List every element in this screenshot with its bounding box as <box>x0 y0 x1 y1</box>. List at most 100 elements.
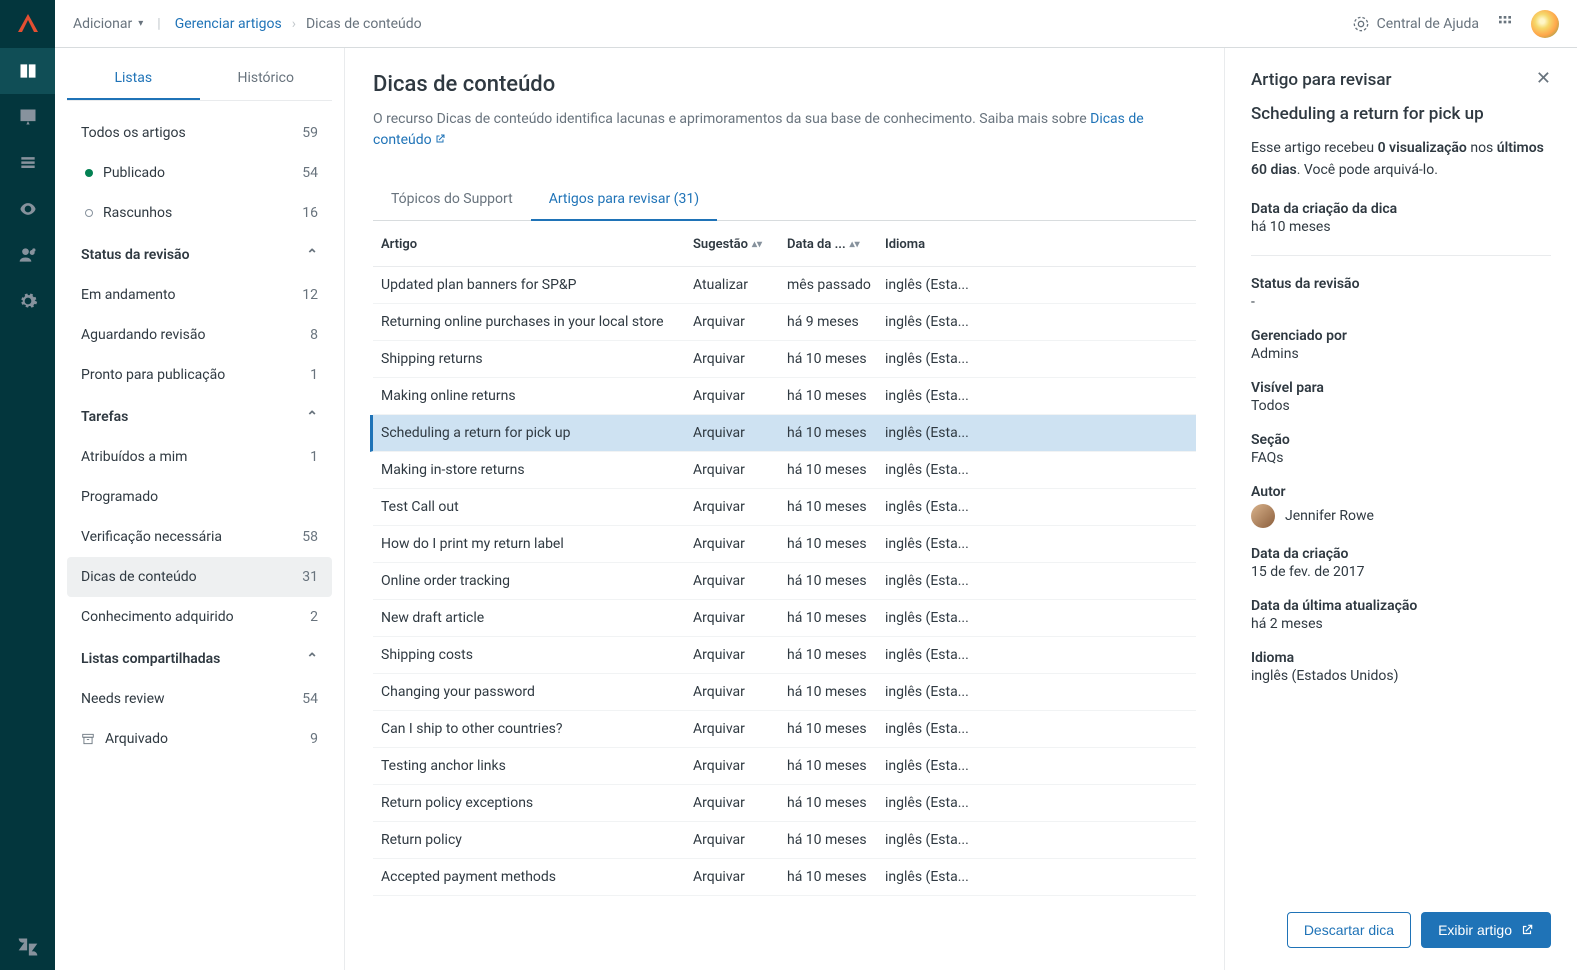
cell-date: há 10 meses <box>787 462 885 478</box>
cell-date: mês passado <box>787 277 885 293</box>
sidebar-item-all[interactable]: Todos os artigos59 <box>67 113 332 153</box>
cell-language: inglês (Esta... <box>885 684 1196 700</box>
sidebar-group-shared[interactable]: Listas compartilhadas ⌃ <box>67 637 332 679</box>
sidebar-item-scheduled[interactable]: Programado <box>67 477 332 517</box>
breadcrumb-link[interactable]: Gerenciar artigos <box>175 16 282 32</box>
cell-suggestion: Arquivar <box>693 425 787 441</box>
sidebar-item-awaiting[interactable]: Aguardando revisão8 <box>67 315 332 355</box>
table-row[interactable]: Making in-store returnsArquivarhá 10 mes… <box>373 452 1196 489</box>
th-article[interactable]: Artigo <box>373 237 693 252</box>
author-avatar <box>1251 504 1275 528</box>
table-row[interactable]: Accepted payment methodsArquivarhá 10 me… <box>373 859 1196 896</box>
cell-article: Shipping returns <box>373 351 693 367</box>
table-row[interactable]: Test Call outArquivarhá 10 mesesinglês (… <box>373 489 1196 526</box>
table-row[interactable]: Shipping costsArquivarhá 10 mesesinglês … <box>373 637 1196 674</box>
view-article-button[interactable]: Exibir artigo <box>1421 912 1551 948</box>
cell-date: há 10 meses <box>787 536 885 552</box>
cell-language: inglês (Esta... <box>885 351 1196 367</box>
cell-article: Shipping costs <box>373 647 693 663</box>
label-author: Autor <box>1251 484 1551 500</box>
external-link-icon <box>432 132 446 148</box>
cell-language: inglês (Esta... <box>885 647 1196 663</box>
cell-language: inglês (Esta... <box>885 573 1196 589</box>
table-row[interactable]: Testing anchor linksArquivarhá 10 mesesi… <box>373 748 1196 785</box>
cell-date: há 10 meses <box>787 351 885 367</box>
sidebar-group-review[interactable]: Status da revisão ⌃ <box>67 233 332 275</box>
rail-item-guide[interactable] <box>0 48 55 94</box>
add-button[interactable]: Adicionar▾ <box>73 16 143 32</box>
cell-article: Making in-store returns <box>373 462 693 478</box>
cell-date: há 10 meses <box>787 758 885 774</box>
value-review-status: - <box>1251 294 1551 310</box>
table-row[interactable]: Returning online purchases in your local… <box>373 304 1196 341</box>
table-row[interactable]: Updated plan banners for SP&PAtualizarmê… <box>373 267 1196 304</box>
close-icon[interactable]: ✕ <box>1536 70 1551 88</box>
th-suggestion[interactable]: Sugestão▴▾ <box>693 237 787 252</box>
sidebar-item-needs-review[interactable]: Needs review54 <box>67 679 332 719</box>
cell-article: Accepted payment methods <box>373 869 693 885</box>
table-row[interactable]: Return policyArquivarhá 10 mesesinglês (… <box>373 822 1196 859</box>
table-row[interactable]: Changing your passwordArquivarhá 10 mese… <box>373 674 1196 711</box>
value-visible-to: Todos <box>1251 398 1551 414</box>
sidebar-tab-lists[interactable]: Listas <box>67 58 200 100</box>
sidebar-item-acquired[interactable]: Conhecimento adquirido2 <box>67 597 332 637</box>
page-description: O recurso Dicas de conteúdo identifica l… <box>373 109 1196 151</box>
table-row[interactable]: Return policy exceptionsArquivarhá 10 me… <box>373 785 1196 822</box>
status-dot-draft <box>85 209 93 217</box>
discard-cue-button[interactable]: Descartar dica <box>1287 912 1411 948</box>
cell-article: How do I print my return label <box>373 536 693 552</box>
status-dot-published <box>85 169 93 177</box>
sidebar-item-archived[interactable]: Arquivado9 <box>67 719 332 759</box>
cell-suggestion: Arquivar <box>693 536 787 552</box>
cell-language: inglês (Esta... <box>885 277 1196 293</box>
chevron-right-icon: › <box>292 16 296 32</box>
cell-date: há 10 meses <box>787 795 885 811</box>
th-language[interactable]: Idioma <box>885 237 1196 252</box>
rail-item-moderation[interactable] <box>0 94 55 140</box>
rail-item-users[interactable] <box>0 232 55 278</box>
sidebar-tab-history[interactable]: Histórico <box>200 58 333 100</box>
tab-articles-review[interactable]: Artigos para revisar (31) <box>531 179 717 221</box>
rail-item-eye[interactable] <box>0 186 55 232</box>
table-row[interactable]: Can I ship to other countries?Arquivarhá… <box>373 711 1196 748</box>
cell-date: há 10 meses <box>787 832 885 848</box>
rail-item-settings[interactable] <box>0 278 55 324</box>
label-visible-to: Visível para <box>1251 380 1551 396</box>
table-row[interactable]: Shipping returnsArquivarhá 10 mesesinglê… <box>373 341 1196 378</box>
sidebar-item-published[interactable]: Publicado54 <box>67 153 332 193</box>
sidebar-item-ready[interactable]: Pronto para publicação1 <box>67 355 332 395</box>
sidebar-item-in-progress[interactable]: Em andamento12 <box>67 275 332 315</box>
cell-language: inglês (Esta... <box>885 610 1196 626</box>
sidebar-item-content-cues[interactable]: Dicas de conteúdo31 <box>67 557 332 597</box>
cell-suggestion: Arquivar <box>693 314 787 330</box>
table-row[interactable]: New draft articleArquivarhá 10 mesesingl… <box>373 600 1196 637</box>
label-cue-created: Data da criação da dica <box>1251 201 1551 217</box>
apps-grid-icon[interactable] <box>1497 14 1513 34</box>
cell-suggestion: Arquivar <box>693 869 787 885</box>
cell-suggestion: Arquivar <box>693 351 787 367</box>
value-cue-created: há 10 meses <box>1251 219 1551 235</box>
cell-suggestion: Arquivar <box>693 721 787 737</box>
table-row[interactable]: Online order trackingArquivarhá 10 meses… <box>373 563 1196 600</box>
sidebar-item-assigned[interactable]: Atribuídos a mim1 <box>67 437 332 477</box>
sidebar-item-verify[interactable]: Verificação necessária58 <box>67 517 332 557</box>
table-row[interactable]: Making online returnsArquivarhá 10 meses… <box>373 378 1196 415</box>
help-center-link[interactable]: Central de Ajuda <box>1353 16 1479 32</box>
th-date[interactable]: Data da ...▴▾ <box>787 237 885 252</box>
cell-suggestion: Arquivar <box>693 684 787 700</box>
cell-suggestion: Arquivar <box>693 610 787 626</box>
cell-article: Can I ship to other countries? <box>373 721 693 737</box>
table-row[interactable]: How do I print my return labelArquivarhá… <box>373 526 1196 563</box>
cell-suggestion: Arquivar <box>693 758 787 774</box>
user-avatar[interactable] <box>1531 10 1559 38</box>
cell-date: há 10 meses <box>787 425 885 441</box>
cell-language: inglês (Esta... <box>885 869 1196 885</box>
sidebar-group-tasks[interactable]: Tarefas ⌃ <box>67 395 332 437</box>
value-managed-by: Admins <box>1251 346 1551 362</box>
detail-panel: Artigo para revisar ✕ Scheduling a retur… <box>1225 48 1577 970</box>
external-link-icon <box>1520 923 1534 937</box>
table-row[interactable]: Scheduling a return for pick upArquivarh… <box>370 415 1196 452</box>
tab-support-topics[interactable]: Tópicos do Support <box>373 179 531 220</box>
rail-item-arrange[interactable] <box>0 140 55 186</box>
sidebar-item-drafts[interactable]: Rascunhos16 <box>67 193 332 233</box>
